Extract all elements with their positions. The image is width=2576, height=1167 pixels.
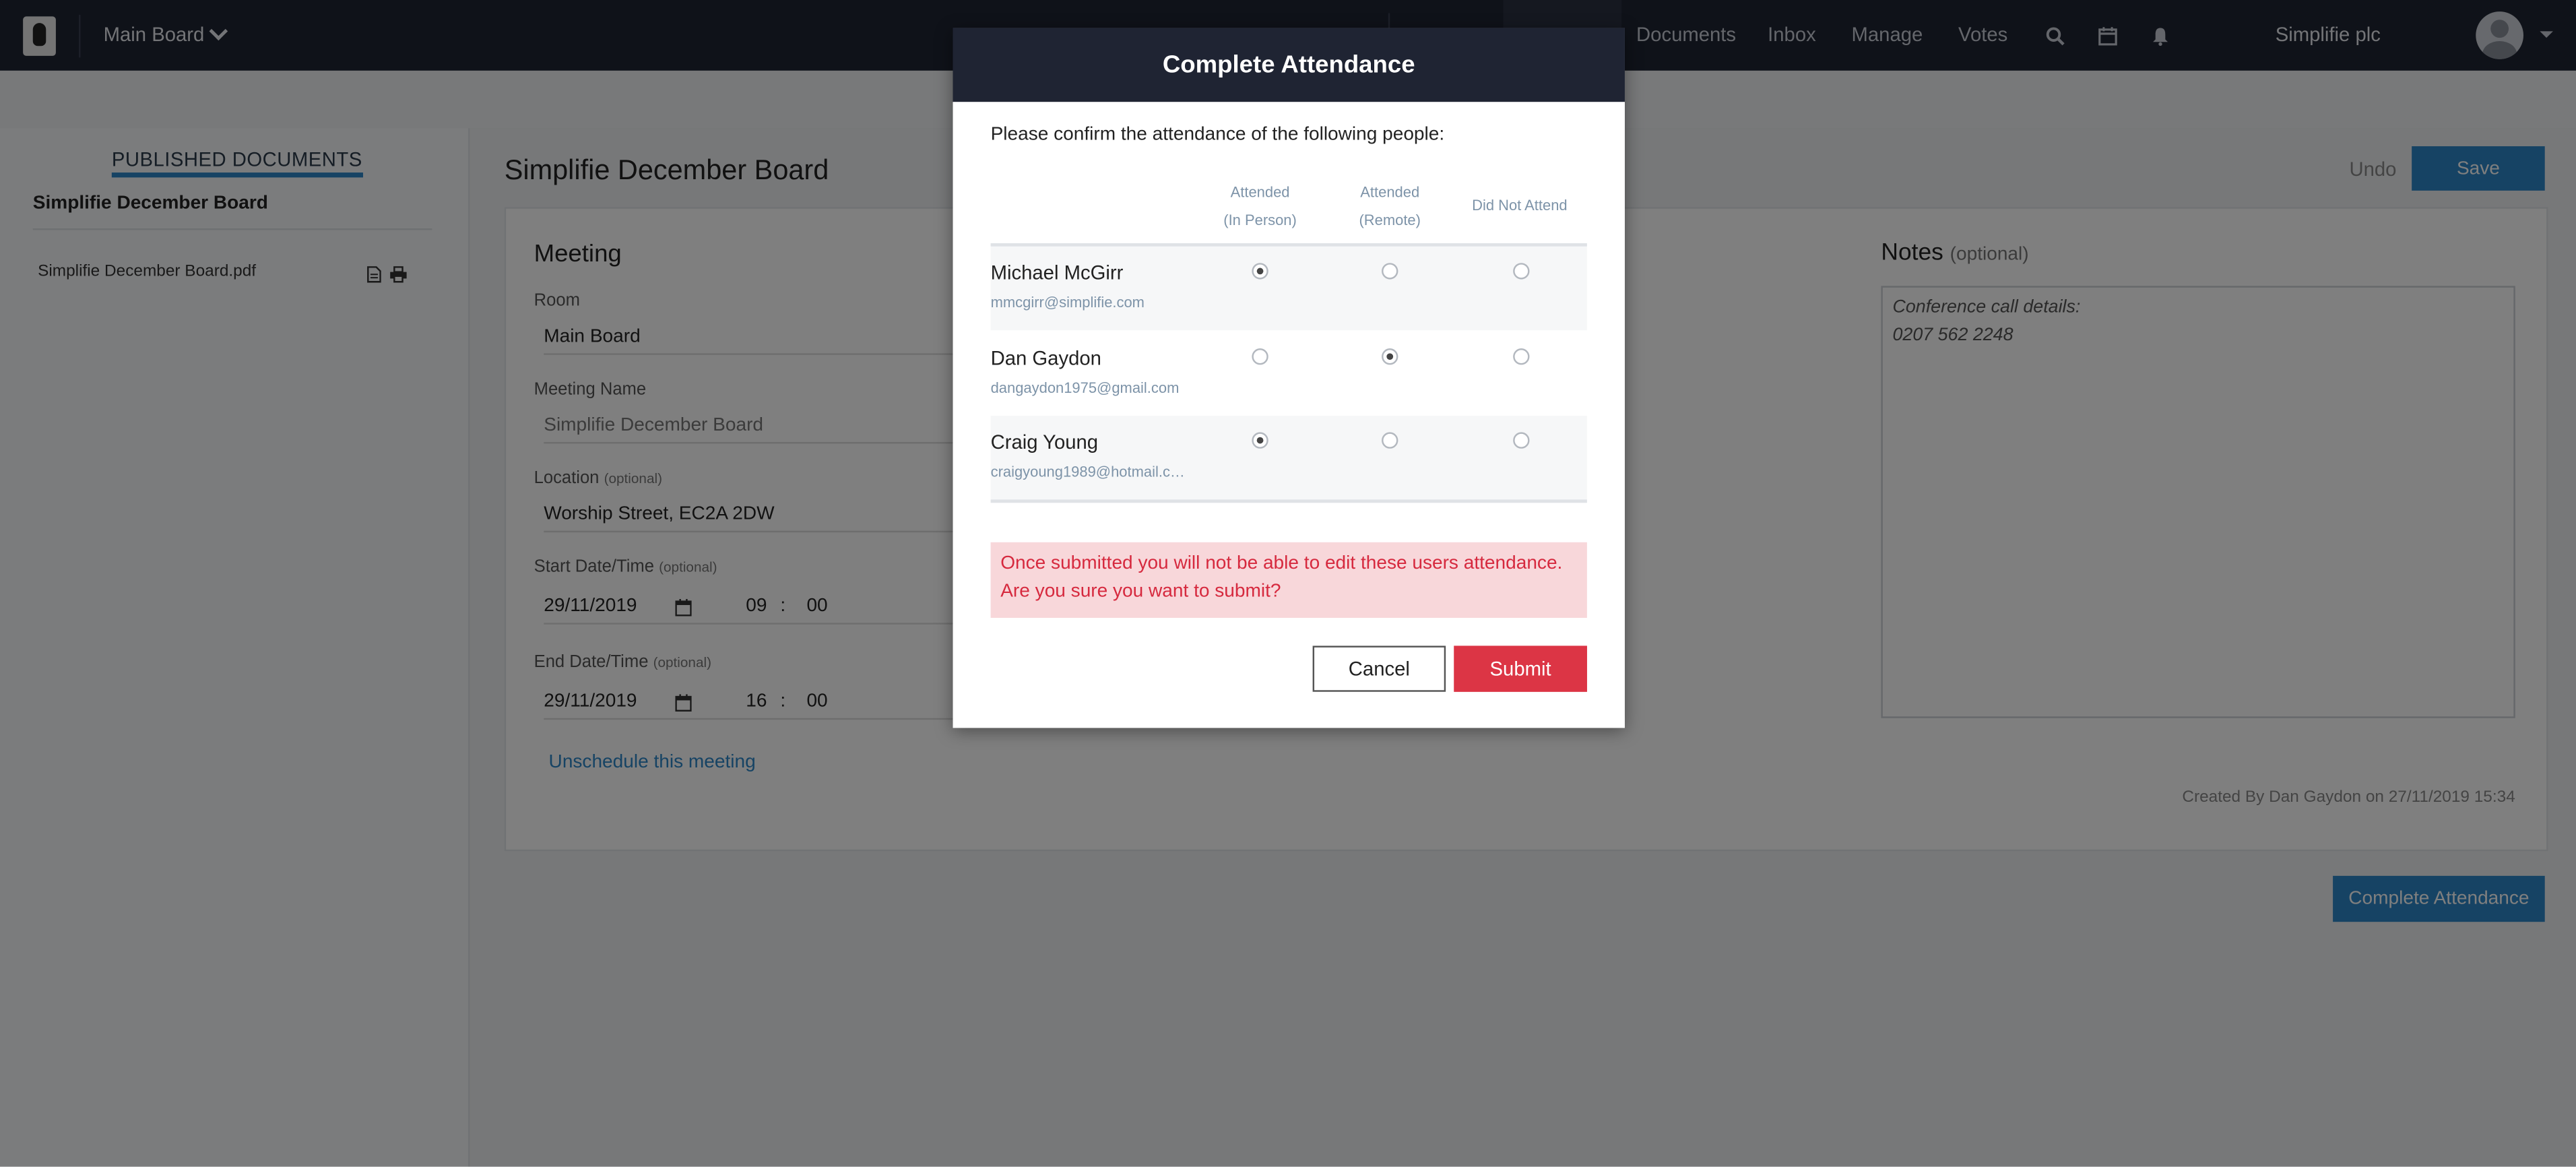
radio-in-person[interactable]: [1252, 432, 1268, 449]
attendee-email: mmcgirr@simplifie.com: [990, 294, 1145, 311]
radio-in-person[interactable]: [1252, 348, 1268, 365]
radio-did-not-attend[interactable]: [1513, 348, 1530, 365]
divider: [990, 499, 1587, 503]
warning-text: Are you sure you want to submit?: [1000, 581, 1281, 602]
radio-remote[interactable]: [1382, 348, 1398, 365]
radio-remote[interactable]: [1382, 263, 1398, 280]
warning-text: Once submitted you will not be able to e…: [1000, 553, 1563, 574]
attendee-row: Craig Young craigyoung1989@hotmail.c…: [990, 416, 1587, 500]
column-header-did-not-attend: Did Not Attend: [1472, 197, 1568, 214]
radio-in-person[interactable]: [1252, 263, 1268, 280]
attendee-row: Michael McGirr mmcgirr@simplifie.com: [990, 246, 1587, 331]
cancel-button[interactable]: Cancel: [1312, 645, 1446, 692]
radio-did-not-attend[interactable]: [1513, 263, 1530, 280]
column-header-remote: Attended (Remote): [1359, 184, 1421, 228]
modal-title: Complete Attendance: [953, 28, 1625, 102]
modal-intro-text: Please confirm the attendance of the fol…: [990, 125, 1445, 145]
attendee-email: dangaydon1975@gmail.com: [990, 379, 1180, 396]
attendee-name: Michael McGirr: [990, 261, 1124, 284]
submit-button[interactable]: Submit: [1454, 645, 1587, 692]
attendee-email: craigyoung1989@hotmail.c…: [990, 463, 1185, 480]
radio-remote[interactable]: [1382, 432, 1398, 449]
app: Main Board Documents Inbox Manage Votes …: [0, 0, 2576, 1167]
column-header-in-person: Attended (In Person): [1223, 184, 1297, 228]
attendee-name: Craig Young: [990, 430, 1099, 454]
warning-alert: Once submitted you will not be able to e…: [990, 542, 1587, 618]
complete-attendance-modal: Complete Attendance Please confirm the a…: [953, 28, 1625, 728]
attendee-row: Dan Gaydon dangaydon1975@gmail.com: [991, 332, 1587, 416]
attendee-name: Dan Gaydon: [990, 346, 1101, 370]
radio-did-not-attend[interactable]: [1513, 432, 1530, 449]
